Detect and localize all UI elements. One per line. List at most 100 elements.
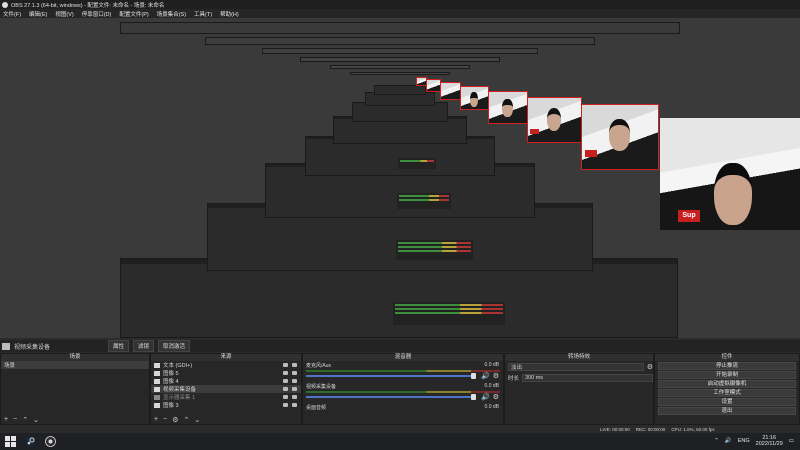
move-up-icon[interactable]: ⌃ bbox=[183, 416, 189, 424]
lock-icon[interactable] bbox=[292, 403, 297, 407]
sources-dock: 来源 文本 (GDI+) 图像 5 图像 4 视频采集设备 显示器采集 1 图像… bbox=[150, 353, 302, 425]
transition-select[interactable]: 淡出 bbox=[508, 362, 644, 371]
menu-profile[interactable]: 配置文件(P) bbox=[119, 10, 148, 18]
exit-button[interactable]: 退出 bbox=[658, 407, 796, 415]
channel-db: 0.0 dB bbox=[484, 362, 499, 368]
eye-icon[interactable] bbox=[283, 363, 288, 367]
filters-button[interactable]: 滤镜 bbox=[133, 340, 155, 352]
remove-scene-button[interactable]: − bbox=[13, 416, 17, 423]
recursive-preview-frame bbox=[374, 85, 426, 95]
source-item[interactable]: 文本 (GDI+) bbox=[151, 361, 301, 369]
remove-source-button[interactable]: − bbox=[163, 416, 167, 423]
move-down-icon[interactable]: ⌄ bbox=[33, 416, 39, 424]
channel-name: 麦克风/Aux bbox=[306, 363, 332, 369]
eye-icon[interactable] bbox=[283, 379, 288, 383]
scene-item[interactable]: 场景 bbox=[1, 361, 149, 369]
menu-view[interactable]: 视图(V) bbox=[55, 10, 73, 18]
controls-dock: 控件 停止推流 开始录制 启动虚拟摄像机 工作室模式 设置 退出 bbox=[654, 353, 800, 425]
menu-bar: 文件(F) 编辑(E) 视图(V) 停靠窗口(D) 配置文件(P) 场景集合(S… bbox=[0, 9, 800, 18]
clock[interactable]: 21:16 2022/11/29 bbox=[756, 435, 783, 447]
menu-scene-collection[interactable]: 场景集合(S) bbox=[157, 10, 186, 18]
preview-canvas[interactable]: Sup bbox=[0, 18, 800, 338]
status-bar: LIVE: 00:00:00 REC: 00:00:00 CPU: 1.5%, … bbox=[600, 425, 800, 433]
source-label: 图像 4 bbox=[163, 379, 179, 385]
source-label: 显示器采集 1 bbox=[163, 395, 196, 401]
mixer-title: 混音器 bbox=[303, 354, 503, 361]
source-item[interactable]: 图像 5 bbox=[151, 369, 301, 377]
recursive-title-strip bbox=[300, 57, 500, 62]
source-label: 图像 3 bbox=[163, 403, 179, 409]
eye-off-icon[interactable] bbox=[283, 395, 288, 399]
gear-icon[interactable]: ⚙ bbox=[493, 372, 499, 380]
mixer-dock: 混音器 麦克风/Aux 0.0 dB 🔊 ⚙ 视频采集设备 0.0 dB 🔊 ⚙ 桌… bbox=[302, 353, 504, 425]
gear-icon[interactable]: ⚙ bbox=[172, 416, 178, 424]
rec-status: REC: 00:00:00 bbox=[635, 426, 666, 432]
source-item[interactable]: 视频采集设备 bbox=[151, 385, 301, 393]
source-item[interactable]: 图像 4 bbox=[151, 377, 301, 385]
controls-title: 控件 bbox=[655, 354, 799, 361]
deactivate-button[interactable]: 取消激活 bbox=[158, 340, 191, 352]
speaker-icon[interactable]: 🔊 bbox=[481, 372, 490, 380]
lock-icon[interactable] bbox=[292, 371, 297, 375]
live-status: LIVE: 00:00:00 bbox=[600, 426, 630, 432]
duration-row: 时长 300 ms bbox=[505, 372, 653, 383]
properties-button[interactable]: 属性 bbox=[108, 340, 130, 352]
eye-icon[interactable] bbox=[283, 387, 288, 391]
menu-tools[interactable]: 工具(T) bbox=[194, 10, 212, 18]
add-source-button[interactable]: + bbox=[154, 416, 158, 423]
obs-taskbar-icon[interactable] bbox=[45, 436, 56, 447]
stop-streaming-button[interactable]: 停止推流 bbox=[658, 362, 796, 370]
source-item[interactable]: 显示器采集 1 bbox=[151, 393, 301, 401]
windows-start-icon[interactable] bbox=[5, 436, 16, 447]
gear-icon[interactable]: ⚙ bbox=[493, 393, 499, 401]
settings-button[interactable]: 设置 bbox=[658, 398, 796, 406]
webcam-reflection bbox=[440, 82, 461, 100]
gear-icon[interactable]: ⚙ bbox=[647, 363, 653, 371]
volume-icon[interactable]: 🔊 bbox=[725, 438, 732, 444]
scenes-title: 场景 bbox=[1, 354, 149, 361]
duration-input[interactable]: 300 ms bbox=[522, 373, 653, 382]
steam-icon[interactable] bbox=[25, 436, 36, 447]
lock-icon[interactable] bbox=[292, 363, 297, 367]
transitions-title: 转场特效 bbox=[505, 354, 653, 361]
chevron-up-icon[interactable]: ⌃ bbox=[714, 438, 719, 444]
volume-meter bbox=[306, 370, 500, 372]
volume-slider[interactable] bbox=[306, 394, 476, 400]
source-label: 图像 5 bbox=[163, 371, 179, 377]
source-label: 文本 (GDI+) bbox=[163, 363, 193, 369]
move-down-icon[interactable]: ⌄ bbox=[194, 416, 200, 424]
add-scene-button[interactable]: + bbox=[4, 416, 8, 423]
start-virtual-camera-button[interactable]: 启动虚拟摄像机 bbox=[658, 380, 796, 388]
mixer-channel: 桌面音频 0.0 dB bbox=[303, 403, 503, 424]
start-recording-button[interactable]: 开始录制 bbox=[658, 371, 796, 379]
recursive-title-strip bbox=[120, 22, 680, 34]
menu-file[interactable]: 文件(F) bbox=[3, 10, 21, 18]
studio-mode-button[interactable]: 工作室模式 bbox=[658, 389, 796, 397]
lock-icon[interactable] bbox=[292, 387, 297, 391]
clock-date: 2022/11/29 bbox=[755, 441, 783, 447]
lock-icon[interactable] bbox=[292, 379, 297, 383]
text-icon bbox=[154, 362, 160, 368]
webcam-reflection bbox=[488, 91, 528, 124]
volume-slider[interactable] bbox=[306, 373, 476, 379]
eye-icon[interactable] bbox=[283, 403, 288, 407]
webcam-reflection bbox=[581, 104, 659, 170]
webcam-reflection bbox=[527, 97, 582, 143]
camera-icon bbox=[154, 386, 160, 392]
webcam-video-source[interactable]: Sup bbox=[660, 118, 800, 230]
notification-icon[interactable]: ▭ bbox=[789, 438, 794, 444]
eye-icon[interactable] bbox=[283, 371, 288, 375]
language-indicator[interactable]: ENG bbox=[738, 438, 750, 444]
lock-icon[interactable] bbox=[292, 395, 297, 399]
taskbar: ⌃ 🔊 ENG 21:16 2022/11/29 ▭ bbox=[0, 433, 800, 450]
speaker-icon[interactable]: 🔊 bbox=[481, 393, 490, 401]
menu-edit[interactable]: 编辑(E) bbox=[29, 10, 47, 18]
image-icon bbox=[154, 402, 160, 408]
menu-docks[interactable]: 停靠窗口(D) bbox=[82, 10, 112, 18]
source-item[interactable]: 图像 3 bbox=[151, 401, 301, 409]
menu-help[interactable]: 帮助(H) bbox=[220, 10, 239, 18]
move-up-icon[interactable]: ⌃ bbox=[22, 416, 28, 424]
recursive-title-strip bbox=[262, 48, 538, 54]
webcam-reflection bbox=[460, 86, 489, 110]
webcam-reflection bbox=[426, 79, 441, 92]
